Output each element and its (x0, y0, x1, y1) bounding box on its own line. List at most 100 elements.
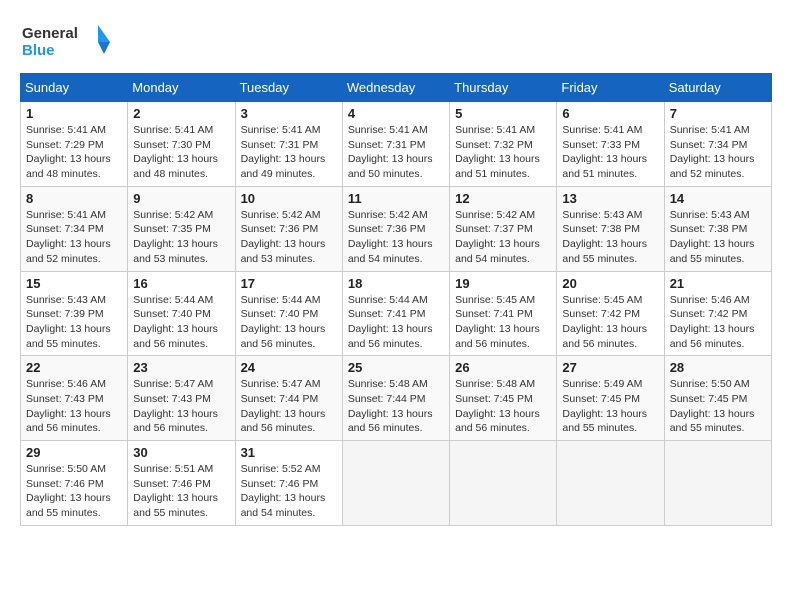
page-header: General Blue (20, 20, 772, 65)
day-cell: 3Sunrise: 5:41 AMSunset: 7:31 PMDaylight… (235, 102, 342, 187)
day-cell: 26 Sunrise: 5:48 AMSunset: 7:45 PMDayligh… (450, 356, 557, 441)
day-info: Sunrise: 5:41 AMSunset: 7:34 PMDaylight:… (26, 208, 122, 267)
day-cell: 17 Sunrise: 5:44 AMSunset: 7:40 PMDayligh… (235, 271, 342, 356)
day-info: Sunrise: 5:45 AMSunset: 7:42 PMDaylight:… (562, 293, 658, 352)
weekday-header-wednesday: Wednesday (342, 74, 449, 102)
day-number: 28 (670, 360, 766, 375)
day-info: Sunrise: 5:41 AMSunset: 7:32 PMDaylight:… (455, 123, 551, 182)
day-cell: 20 Sunrise: 5:45 AMSunset: 7:42 PMDayligh… (557, 271, 664, 356)
day-info: Sunrise: 5:46 AMSunset: 7:42 PMDaylight:… (670, 293, 766, 352)
day-cell: 31 Sunrise: 5:52 AMSunset: 7:46 PMDayligh… (235, 441, 342, 526)
day-number: 26 (455, 360, 551, 375)
day-cell: 13 Sunrise: 5:43 AMSunset: 7:38 PMDayligh… (557, 186, 664, 271)
day-info: Sunrise: 5:41 AMSunset: 7:34 PMDaylight:… (670, 123, 766, 182)
day-info: Sunrise: 5:47 AMSunset: 7:44 PMDaylight:… (241, 377, 337, 436)
logo: General Blue (20, 20, 110, 65)
day-cell: 11 Sunrise: 5:42 AMSunset: 7:36 PMDayligh… (342, 186, 449, 271)
day-number: 24 (241, 360, 337, 375)
day-info: Sunrise: 5:42 AMSunset: 7:35 PMDaylight:… (133, 208, 229, 267)
day-number: 31 (241, 445, 337, 460)
week-row-3: 15 Sunrise: 5:43 AMSunset: 7:39 PMDayligh… (21, 271, 772, 356)
day-number: 4 (348, 106, 444, 121)
day-info: Sunrise: 5:44 AMSunset: 7:40 PMDaylight:… (241, 293, 337, 352)
day-info: Sunrise: 5:49 AMSunset: 7:45 PMDaylight:… (562, 377, 658, 436)
day-info: Sunrise: 5:44 AMSunset: 7:41 PMDaylight:… (348, 293, 444, 352)
day-cell (342, 441, 449, 526)
day-info: Sunrise: 5:41 AMSunset: 7:31 PMDaylight:… (348, 123, 444, 182)
week-row-1: 1 Sunrise: 5:41 AMSunset: 7:29 PMDaylight… (21, 102, 772, 187)
day-cell: 30Sunrise: 5:51 AMSunset: 7:46 PMDayligh… (128, 441, 235, 526)
day-cell: 15 Sunrise: 5:43 AMSunset: 7:39 PMDayligh… (21, 271, 128, 356)
day-cell: 18 Sunrise: 5:44 AMSunset: 7:41 PMDayligh… (342, 271, 449, 356)
day-number: 29 (26, 445, 122, 460)
day-cell: 10 Sunrise: 5:42 AMSunset: 7:36 PMDayligh… (235, 186, 342, 271)
day-info: Sunrise: 5:46 AMSunset: 7:43 PMDaylight:… (26, 377, 122, 436)
day-info: Sunrise: 5:48 AMSunset: 7:45 PMDaylight:… (455, 377, 551, 436)
day-number: 20 (562, 276, 658, 291)
day-cell: 7 Sunrise: 5:41 AMSunset: 7:34 PMDaylight… (664, 102, 771, 187)
weekday-header-tuesday: Tuesday (235, 74, 342, 102)
day-number: 23 (133, 360, 229, 375)
day-number: 2 (133, 106, 229, 121)
day-number: 27 (562, 360, 658, 375)
svg-text:General: General (22, 25, 78, 42)
day-info: Sunrise: 5:42 AMSunset: 7:37 PMDaylight:… (455, 208, 551, 267)
day-info: Sunrise: 5:41 AMSunset: 7:33 PMDaylight:… (562, 123, 658, 182)
day-number: 19 (455, 276, 551, 291)
day-cell: 4 Sunrise: 5:41 AMSunset: 7:31 PMDaylight… (342, 102, 449, 187)
day-number: 8 (26, 191, 122, 206)
day-info: Sunrise: 5:51 AMSunset: 7:46 PMDaylight:… (133, 462, 229, 521)
day-number: 9 (133, 191, 229, 206)
weekday-header-friday: Friday (557, 74, 664, 102)
day-number: 14 (670, 191, 766, 206)
day-cell: 5Sunrise: 5:41 AMSunset: 7:32 PMDaylight… (450, 102, 557, 187)
day-cell: 29 Sunrise: 5:50 AMSunset: 7:46 PMDayligh… (21, 441, 128, 526)
day-number: 13 (562, 191, 658, 206)
day-number: 7 (670, 106, 766, 121)
day-number: 1 (26, 106, 122, 121)
day-info: Sunrise: 5:42 AMSunset: 7:36 PMDaylight:… (348, 208, 444, 267)
day-number: 17 (241, 276, 337, 291)
day-cell: 25Sunrise: 5:48 AMSunset: 7:44 PMDayligh… (342, 356, 449, 441)
day-info: Sunrise: 5:50 AMSunset: 7:46 PMDaylight:… (26, 462, 122, 521)
day-number: 21 (670, 276, 766, 291)
week-row-5: 29 Sunrise: 5:50 AMSunset: 7:46 PMDayligh… (21, 441, 772, 526)
day-cell: 23 Sunrise: 5:47 AMSunset: 7:43 PMDayligh… (128, 356, 235, 441)
day-cell: 12 Sunrise: 5:42 AMSunset: 7:37 PMDayligh… (450, 186, 557, 271)
day-info: Sunrise: 5:43 AMSunset: 7:39 PMDaylight:… (26, 293, 122, 352)
day-info: Sunrise: 5:42 AMSunset: 7:36 PMDaylight:… (241, 208, 337, 267)
day-info: Sunrise: 5:43 AMSunset: 7:38 PMDaylight:… (562, 208, 658, 267)
day-number: 16 (133, 276, 229, 291)
calendar-table: SundayMondayTuesdayWednesdayThursdayFrid… (20, 73, 772, 526)
day-info: Sunrise: 5:41 AMSunset: 7:29 PMDaylight:… (26, 123, 122, 182)
weekday-header-row: SundayMondayTuesdayWednesdayThursdayFrid… (21, 74, 772, 102)
weekday-header-thursday: Thursday (450, 74, 557, 102)
day-number: 10 (241, 191, 337, 206)
week-row-4: 22 Sunrise: 5:46 AMSunset: 7:43 PMDayligh… (21, 356, 772, 441)
day-number: 22 (26, 360, 122, 375)
day-number: 18 (348, 276, 444, 291)
day-number: 3 (241, 106, 337, 121)
day-cell (450, 441, 557, 526)
day-number: 25 (348, 360, 444, 375)
day-info: Sunrise: 5:43 AMSunset: 7:38 PMDaylight:… (670, 208, 766, 267)
day-cell: 14 Sunrise: 5:43 AMSunset: 7:38 PMDayligh… (664, 186, 771, 271)
day-cell: 6 Sunrise: 5:41 AMSunset: 7:33 PMDaylight… (557, 102, 664, 187)
week-row-2: 8 Sunrise: 5:41 AMSunset: 7:34 PMDaylight… (21, 186, 772, 271)
weekday-header-sunday: Sunday (21, 74, 128, 102)
day-number: 6 (562, 106, 658, 121)
day-number: 12 (455, 191, 551, 206)
day-info: Sunrise: 5:52 AMSunset: 7:46 PMDaylight:… (241, 462, 337, 521)
day-cell: 8 Sunrise: 5:41 AMSunset: 7:34 PMDaylight… (21, 186, 128, 271)
svg-text:Blue: Blue (22, 42, 55, 59)
logo-svg: General Blue (20, 20, 110, 65)
day-info: Sunrise: 5:47 AMSunset: 7:43 PMDaylight:… (133, 377, 229, 436)
day-cell: 21 Sunrise: 5:46 AMSunset: 7:42 PMDayligh… (664, 271, 771, 356)
day-cell (557, 441, 664, 526)
day-number: 15 (26, 276, 122, 291)
day-number: 11 (348, 191, 444, 206)
day-info: Sunrise: 5:41 AMSunset: 7:30 PMDaylight:… (133, 123, 229, 182)
weekday-header-saturday: Saturday (664, 74, 771, 102)
weekday-header-monday: Monday (128, 74, 235, 102)
day-info: Sunrise: 5:44 AMSunset: 7:40 PMDaylight:… (133, 293, 229, 352)
